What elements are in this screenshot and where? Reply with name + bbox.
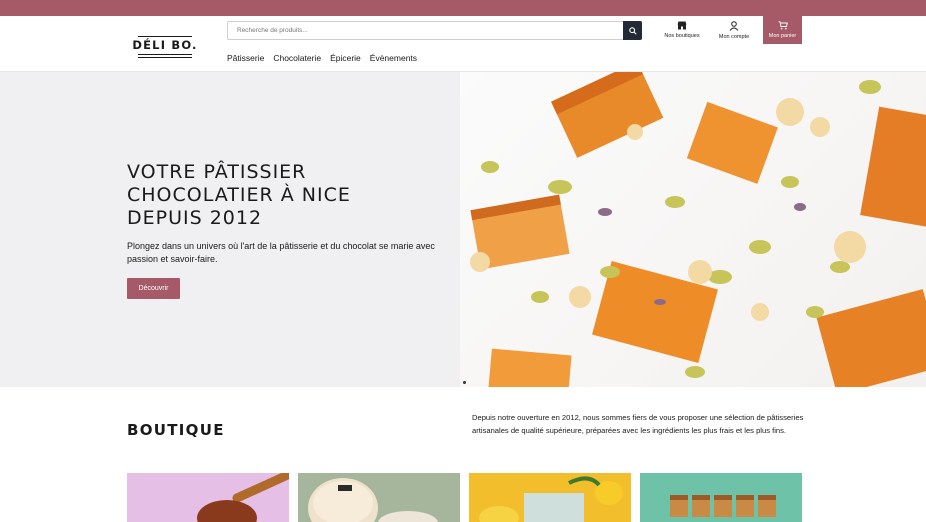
hero-subtitle: Plongez dans un univers où l'art de la p… (127, 241, 435, 264)
cart-icon (778, 21, 788, 30)
boutique-title: BOUTIQUE (127, 421, 225, 439)
top-banner (0, 0, 926, 16)
menu-item-patisserie[interactable]: Pâtisserie (227, 53, 264, 63)
menu-item-evenements[interactable]: Évènements (370, 53, 417, 63)
site-header: DÉLI BO. Nos boutiques Mon compte Mon pa… (0, 16, 926, 72)
hero-section: VOTRE PÂTISSIER CHOCOLATIER À NICE DEPUI… (0, 72, 926, 387)
product-card-image[interactable] (640, 473, 802, 522)
carousel-dot[interactable] (463, 381, 466, 384)
hero-title-line-1: VOTRE PÂTISSIER (127, 161, 307, 183)
account-link[interactable]: Mon compte (713, 21, 755, 40)
search-input[interactable] (228, 22, 624, 39)
hero-title-line-3: DEPUIS 2012 (127, 207, 263, 229)
hero-image (460, 72, 926, 387)
account-label: Mon compte (718, 34, 750, 40)
cart-label: Mon panier (768, 33, 797, 39)
main-menu: Pâtisserie Chocolaterie Épicerie Évèneme… (227, 53, 417, 63)
search-bar (227, 21, 642, 40)
cart-button[interactable]: Mon panier (763, 16, 802, 44)
menu-item-epicerie[interactable]: Épicerie (330, 53, 361, 63)
brand-name: DÉLI BO. (132, 38, 198, 52)
stores-label: Nos boutiques (664, 33, 700, 39)
search-button[interactable] (623, 21, 642, 40)
product-card-image[interactable] (127, 473, 289, 522)
product-card-image[interactable] (469, 473, 631, 522)
product-card-image[interactable] (298, 473, 460, 522)
brand-logo[interactable]: DÉLI BO. (129, 36, 201, 60)
boutique-intro: Depuis notre ouverture en 2012, nous som… (472, 413, 804, 435)
user-icon (729, 21, 739, 31)
discover-button[interactable]: Découvrir (127, 278, 180, 299)
hero-title: VOTRE PÂTISSIER CHOCOLATIER À NICE DEPUI… (127, 161, 447, 230)
store-icon (677, 21, 687, 30)
hero-title-line-2: CHOCOLATIER À NICE (127, 184, 351, 206)
stores-link[interactable]: Nos boutiques (660, 21, 704, 39)
search-icon (628, 26, 637, 35)
menu-item-chocolaterie[interactable]: Chocolaterie (273, 53, 321, 63)
